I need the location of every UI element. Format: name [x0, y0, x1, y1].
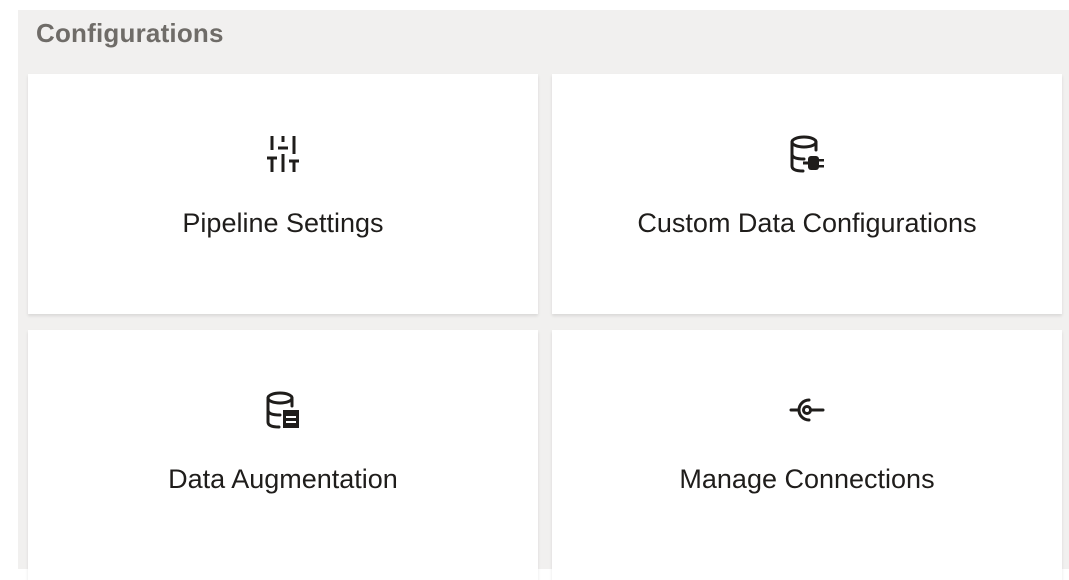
sliders-icon: [267, 136, 299, 172]
database-table-icon: [266, 391, 299, 429]
custom-data-configurations-card[interactable]: Custom Data Configurations: [552, 74, 1062, 314]
manage-connections-card[interactable]: Manage Connections: [552, 330, 1062, 580]
section-title: Configurations: [36, 18, 224, 48]
card-label: Custom Data Configurations: [637, 208, 977, 238]
connection-icon: [789, 398, 825, 422]
pipeline-settings-card[interactable]: Pipeline Settings: [28, 74, 538, 314]
configurations-panel: Configurations Pipeline Settings Custom …: [18, 10, 1069, 580]
card-label: Data Augmentation: [168, 464, 398, 494]
database-plug-icon: [790, 135, 824, 173]
card-label: Manage Connections: [679, 464, 935, 494]
data-augmentation-card[interactable]: Data Augmentation: [28, 330, 538, 580]
card-label: Pipeline Settings: [182, 208, 384, 238]
